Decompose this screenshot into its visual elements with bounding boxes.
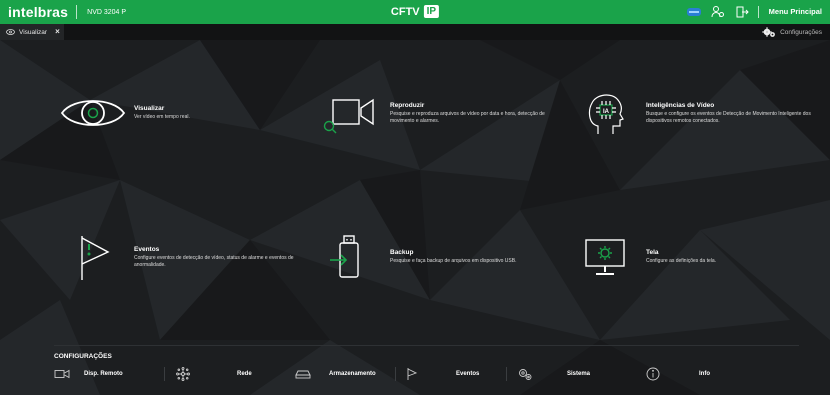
tile-title: Inteligências de Vídeo xyxy=(646,102,715,109)
tab-label: Visualizar xyxy=(19,28,48,36)
header-tools: Menu Principal xyxy=(682,0,830,24)
cfg-label: Sistema xyxy=(567,371,591,377)
storage-icon[interactable] xyxy=(682,0,706,24)
cfg-armazenamento[interactable]: Armazenamento xyxy=(285,363,395,385)
cfg-disp-remoto[interactable]: Disp. Remoto xyxy=(54,363,164,385)
product-name: CFTV xyxy=(390,5,420,18)
cfg-info[interactable]: Info xyxy=(627,363,727,385)
hdd-icon xyxy=(295,366,311,382)
settings-label: Configurações xyxy=(780,28,822,36)
tile-description: Pesquise e faça backup de arquivos em di… xyxy=(390,258,517,265)
tile-tela[interactable]: Tela Configure as definições da tela. xyxy=(570,232,716,282)
cfg-label: Eventos xyxy=(456,371,480,377)
settings-link[interactable]: Configurações xyxy=(762,24,822,40)
tile-title: Backup xyxy=(390,249,414,257)
product-title: CFTV IP xyxy=(390,5,440,18)
tile-description: Busque e configure os eventos de Detecçã… xyxy=(646,111,811,124)
device-model: NVD 3204 P xyxy=(87,8,127,16)
tile-eventos[interactable]: Eventos Configure eventos de detecção de… xyxy=(58,232,304,282)
svg-text:IA: IA xyxy=(603,109,610,115)
logout-icon[interactable] xyxy=(730,0,754,24)
configuracoes-title: CONFIGURAÇÕES xyxy=(54,353,112,360)
close-icon[interactable]: × xyxy=(55,28,60,36)
eye-icon xyxy=(58,88,128,138)
ip-badge: IP xyxy=(423,5,440,18)
cfg-sistema[interactable]: Sistema xyxy=(507,363,627,385)
monitor-settings-icon xyxy=(570,232,640,282)
configuracoes-bar: Disp. Remoto Rede Armazenamento Eventos xyxy=(54,363,799,385)
cfg-label: Info xyxy=(699,371,710,377)
divider xyxy=(54,345,799,346)
tile-description: Configure eventos de detecção de vídeo, … xyxy=(134,255,294,268)
brand-logo: intelbras xyxy=(8,4,69,20)
camera-icon xyxy=(54,366,70,382)
tile-inteligencias-video[interactable]: IA Inteligências de Vídeo Busque e confi… xyxy=(570,88,816,138)
eye-icon xyxy=(6,29,15,35)
users-icon[interactable] xyxy=(706,0,730,24)
main-menu-panel: Visualizar Ver vídeo em tempo real. Repr… xyxy=(0,40,830,395)
tile-visualizar[interactable]: Visualizar Ver vídeo em tempo real. xyxy=(58,88,190,138)
divider xyxy=(76,5,78,19)
tile-title: Reproduzir xyxy=(390,102,425,109)
tab-bar: Visualizar × Configurações xyxy=(0,24,830,40)
info-icon xyxy=(645,366,661,382)
tab-visualizar[interactable]: Visualizar × xyxy=(0,24,64,40)
cfg-label: Disp. Remoto xyxy=(84,371,123,377)
cfg-rede[interactable]: Rede xyxy=(165,363,285,385)
tile-description: Ver vídeo em tempo real. xyxy=(134,114,190,121)
tile-title: Tela xyxy=(646,249,659,257)
flag-icon xyxy=(58,232,128,282)
tile-backup[interactable]: Backup Pesquise e faça backup de arquivo… xyxy=(314,232,516,282)
ai-head-icon: IA xyxy=(570,88,640,138)
usb-backup-icon xyxy=(314,232,384,282)
tile-description: Pesquise e reproduza arquivos de vídeo p… xyxy=(390,111,545,124)
top-bar: intelbras NVD 3204 P CFTV IP Menu Princi… xyxy=(0,0,830,24)
cfg-label: Armazenamento xyxy=(329,371,376,377)
cfg-label: Rede xyxy=(237,371,252,377)
tile-description: Configure as definições da tela. xyxy=(646,258,717,265)
cfg-eventos[interactable]: Eventos xyxy=(396,363,506,385)
gears-icon xyxy=(517,366,533,382)
gears-icon xyxy=(762,26,775,37)
playback-icon xyxy=(314,88,384,138)
tile-reproduzir[interactable]: Reproduzir Pesquise e reproduza arquivos… xyxy=(314,88,560,138)
network-icon xyxy=(175,366,191,382)
tile-title: Eventos xyxy=(134,246,160,253)
flag-icon xyxy=(404,366,420,382)
tile-title: Visualizar xyxy=(134,105,165,113)
main-menu-button[interactable]: Menu Principal xyxy=(757,6,830,18)
